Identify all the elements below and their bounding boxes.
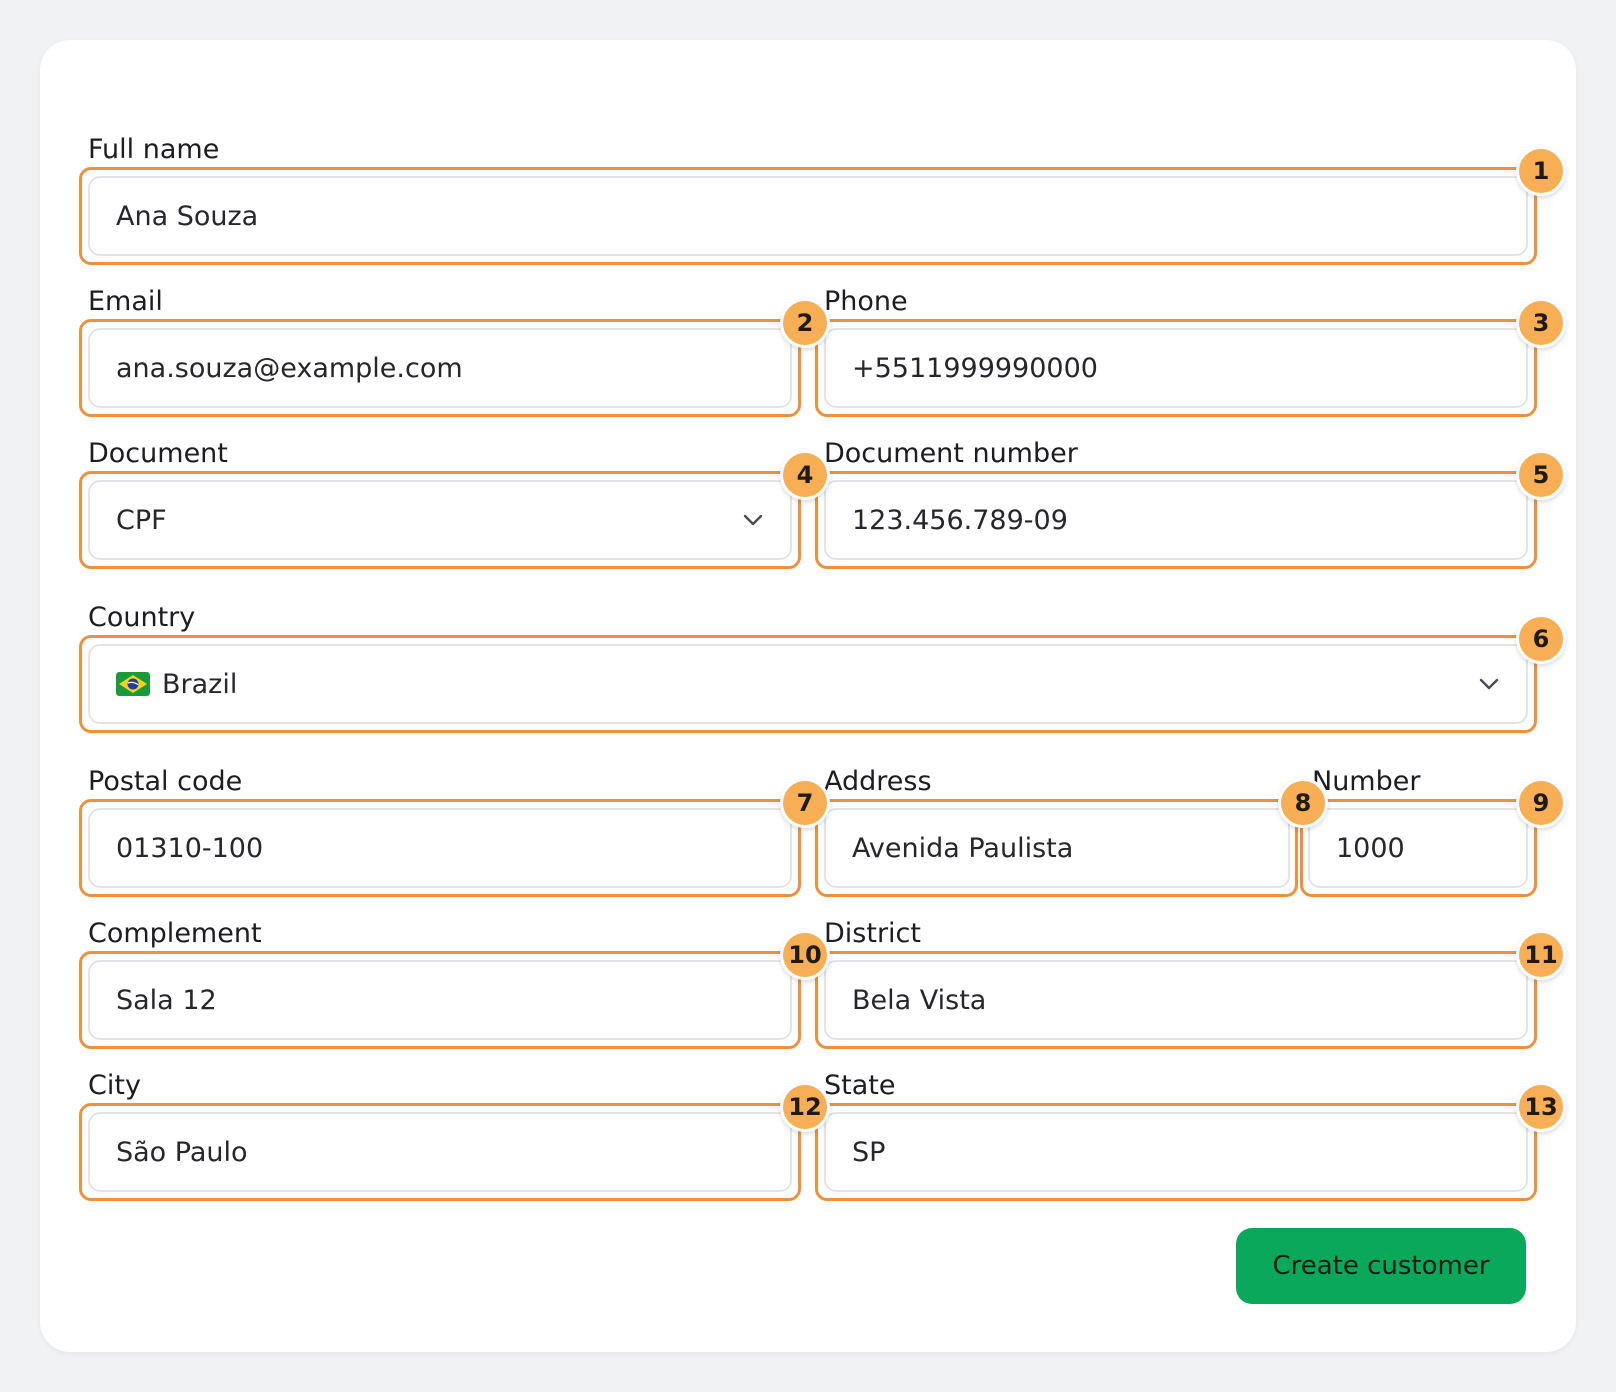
annotation-badge-11: 11 (1516, 930, 1566, 980)
city-highlight (79, 1103, 801, 1201)
number-label: Number (1312, 766, 1421, 797)
annotation-badge-13: 13 (1516, 1082, 1566, 1132)
annotation-badge-9: 9 (1516, 778, 1566, 828)
postal-code-highlight (79, 799, 801, 897)
full-name-highlight (79, 167, 1537, 265)
annotation-badge-8: 8 (1278, 778, 1328, 828)
annotation-badge-7: 7 (780, 778, 830, 828)
document-highlight (79, 471, 801, 569)
annotation-badge-12: 12 (780, 1082, 830, 1132)
state-label: State (824, 1070, 896, 1101)
annotation-badge-6: 6 (1516, 614, 1566, 664)
complement-label: Complement (88, 918, 262, 949)
document-number-highlight (815, 471, 1537, 569)
annotation-badge-1: 1 (1516, 146, 1566, 196)
annotation-badge-4: 4 (780, 450, 830, 500)
full-name-label: Full name (88, 134, 220, 165)
annotation-badge-2: 2 (780, 298, 830, 348)
phone-label: Phone (824, 286, 908, 317)
phone-highlight (815, 319, 1537, 417)
number-highlight (1300, 799, 1537, 897)
country-highlight (79, 635, 1537, 733)
document-label: Document (88, 438, 228, 469)
district-highlight (815, 951, 1537, 1049)
country-label: Country (88, 602, 196, 633)
annotation-badge-3: 3 (1516, 298, 1566, 348)
state-highlight (815, 1103, 1537, 1201)
email-label: Email (88, 286, 163, 317)
create-customer-button[interactable]: Create customer (1236, 1228, 1526, 1304)
annotation-badge-10: 10 (780, 930, 830, 980)
email-highlight (79, 319, 801, 417)
address-highlight (815, 799, 1298, 897)
complement-highlight (79, 951, 801, 1049)
city-label: City (88, 1070, 141, 1101)
address-label: Address (824, 766, 932, 797)
document-number-label: Document number (824, 438, 1078, 469)
annotation-badge-5: 5 (1516, 450, 1566, 500)
district-label: District (824, 918, 921, 949)
postal-code-label: Postal code (88, 766, 243, 797)
